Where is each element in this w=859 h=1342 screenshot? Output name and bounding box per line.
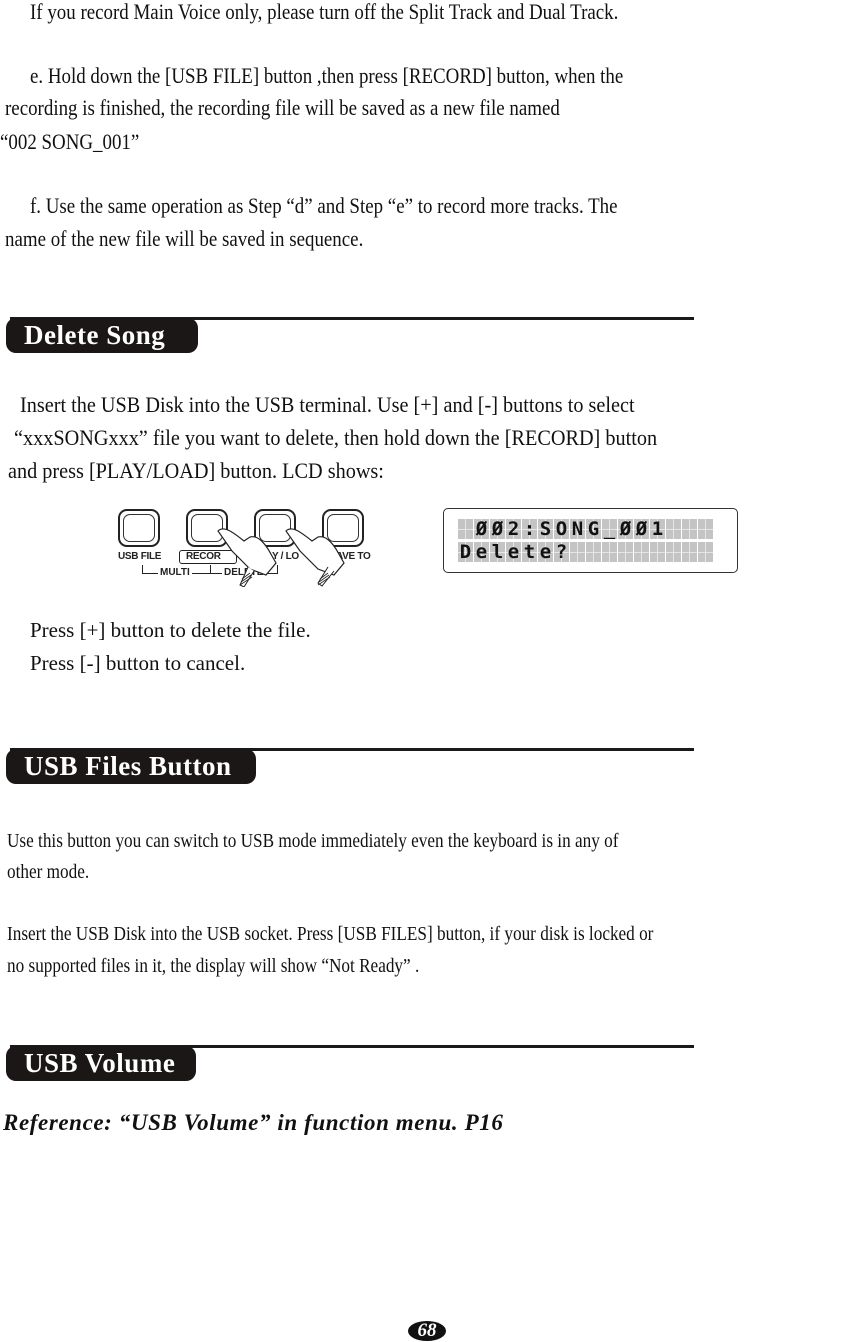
delete-song-body-3: and press [PLAY/LOAD] button. LCD shows: [8,458,384,483]
delete-song-body-1: Insert the USB Disk into the USB termina… [20,392,635,417]
lcd-display: Ø Ø 2: S O N G _ Ø Ø 1 De l e t e? [443,508,738,573]
lcd-cell [458,519,473,539]
lcd-cell [682,519,697,539]
section-title: USB Volume [24,1048,176,1078]
section-title: Delete Song [24,320,166,350]
lcd-cell: Ø [490,519,505,539]
usb-volume-reference: Reference: “USB Volume” in function menu… [3,1110,504,1135]
lcd-cell: O [554,519,569,539]
page-number-badge: 68 [408,1321,446,1341]
lcd-cell: e [506,542,521,562]
lcd-cell: Ø [618,519,633,539]
lcd-cell [666,519,681,539]
lcd-line-2: De l e t e? [458,542,713,562]
lcd-cell: G [586,519,601,539]
lcd-cell: 2 [506,519,521,539]
usb-file-button[interactable] [118,509,160,547]
lcd-cell: l [490,542,505,562]
lcd-cell: N [570,519,585,539]
lcd-cell: 1 [650,519,665,539]
usb-files-body-1: Use this button you can switch to USB mo… [7,830,619,852]
lcd-cell [618,542,633,562]
section-title: USB Files Button [24,751,232,781]
button-panel-diagram: USB FILE RECOR AY / LO AVE TO MULTI DELE… [110,505,380,587]
lcd-cell: S [538,519,553,539]
lcd-cell [682,542,697,562]
pressing-hand-icon [285,528,345,587]
lcd-cell: t [522,542,537,562]
press-plus-instruction: Press [+] button to delete the file. [30,618,311,642]
section-header-delete-song: Delete Song [6,318,198,353]
lcd-cell: Ø [474,519,489,539]
usb-files-body-4: no supported files in it, the display wi… [7,955,420,977]
lcd-cell [650,542,665,562]
lcd-cell [570,542,585,562]
lcd-cell [634,542,649,562]
step-e-line-3: “002 SONG_001” [0,129,140,154]
lcd-cell [586,542,601,562]
lcd-cell: e [538,542,553,562]
section-header-usb-volume: USB Volume [6,1046,196,1081]
lcd-line-1: Ø Ø 2: S O N G _ Ø Ø 1 [458,519,713,539]
lcd-cell [698,542,713,562]
step-f-line-1: f. Use the same operation as Step “d” an… [30,193,618,218]
usb-files-body-3: Insert the USB Disk into the USB socket.… [7,923,654,945]
press-minus-instruction: Press [-] button to cancel. [30,651,246,675]
step-e-line-2: recording is finished, the recording fil… [5,95,560,120]
lcd-cell: D [458,542,473,562]
intro-note: If you record Main Voice only, please tu… [30,0,619,24]
multi-label: MULTI [158,567,192,578]
lcd-cell [666,542,681,562]
section-header-usb-files-button: USB Files Button [6,749,256,784]
lcd-cell: : [522,519,537,539]
lcd-cell: e [474,542,489,562]
step-f-line-2: name of the new file will be saved in se… [5,226,364,251]
step-e-line-1: e. Hold down the [USB FILE] button ,then… [30,63,624,88]
delete-song-body-2: “xxxSONGxxx” file you want to delete, th… [14,425,658,450]
lcd-cell [602,542,617,562]
lcd-cell: ? [554,542,569,562]
lcd-cell: _ [602,519,617,539]
usb-files-body-2: other mode. [7,861,90,883]
lcd-cell [698,519,713,539]
lcd-cell: Ø [634,519,649,539]
usb-file-label: USB FILE [118,551,162,562]
